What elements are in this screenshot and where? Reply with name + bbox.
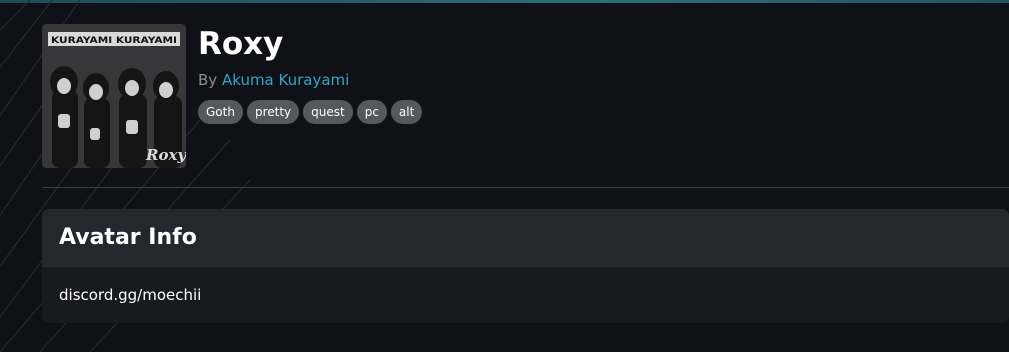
tag-pc[interactable]: pc (356, 100, 387, 124)
thumbnail-banner-text: KURAYAMI KURAYAMI (51, 36, 177, 46)
tag-alt[interactable]: alt (390, 100, 423, 124)
thumbnail-signature: Roxy (145, 146, 186, 164)
author-link[interactable]: Akuma Kurayami (222, 71, 349, 89)
avatar-info-header: Avatar Info (42, 209, 1009, 268)
tag-goth[interactable]: Goth (198, 100, 243, 124)
tag-quest[interactable]: quest (303, 100, 353, 124)
avatar-info-description: discord.gg/moechii (59, 286, 202, 304)
avatar-thumbnail[interactable]: KURAYAMI KURAYAMI Roxy (42, 24, 186, 168)
section-divider (42, 187, 1009, 188)
avatar-info-heading: Avatar Info (59, 225, 197, 250)
avatar-title: Roxy (198, 26, 284, 62)
byline: By Akuma Kurayami (198, 70, 349, 90)
byline-prefix: By (198, 71, 218, 89)
tag-list: Goth pretty quest pc alt (198, 100, 423, 124)
tag-pretty[interactable]: pretty (246, 100, 300, 124)
avatar-info-card: Avatar Info discord.gg/moechii (42, 209, 1009, 323)
